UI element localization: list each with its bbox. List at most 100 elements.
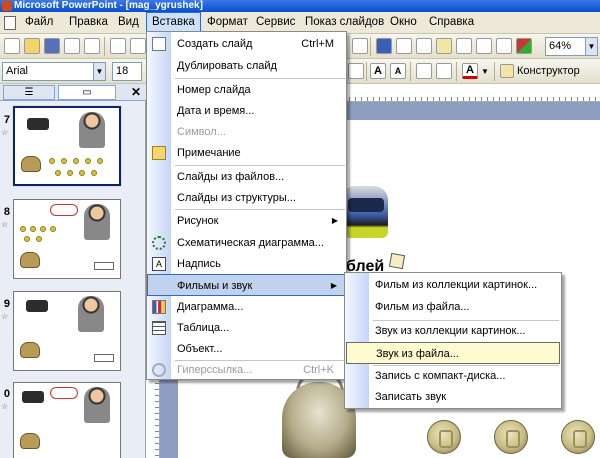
chevron-down-icon[interactable]: ▼ [93,63,105,80]
slide-thumbnail-7[interactable] [12,105,122,187]
menu-item-object[interactable]: Объект... [147,338,346,360]
person-image [78,296,104,332]
toolbar-separator [456,62,457,81]
chevron-down-icon[interactable]: ▼ [481,67,489,76]
chart-icon [152,300,166,314]
expand-all-icon[interactable] [456,38,472,54]
slide-thumbnail-9[interactable] [13,291,121,371]
menu-item-new-slide[interactable]: Создать слайд Ctrl+M [147,33,346,55]
menu-item-duplicate-slide[interactable]: Дублировать слайд [147,55,346,77]
insert-menu: Создать слайд Ctrl+M Дублировать слайд Н… [146,31,347,380]
toolbar-separator [370,37,371,56]
hyperlink-icon [152,363,166,377]
print-icon[interactable] [110,38,126,54]
show-formatting-icon[interactable] [476,38,492,54]
bag-image [21,156,41,172]
coin-image[interactable] [494,420,528,454]
menu-item-hyperlink[interactable]: Гиперссылка... Ctrl+K [147,359,346,381]
font-size-value: 18 [116,65,129,77]
menu-item-slides-from-files[interactable]: Слайды из файлов... [147,166,346,188]
decrease-font-size-icon[interactable]: A [390,63,406,79]
window-title: Microsoft PowerPoint - [mag_ygrushek] [14,0,203,11]
font-name-combo[interactable]: Arial ▼ [2,62,106,81]
menu-item-picture[interactable]: Рисунок ▶ [147,210,346,232]
menu-edit[interactable]: Правка [64,12,113,34]
bag-image [20,433,40,449]
coin-image[interactable] [561,420,595,454]
decrease-indent-icon[interactable] [416,63,432,79]
car-windshield [348,198,384,212]
star-icon: ☆ [1,402,9,411]
logo-icon [22,391,44,403]
permission-icon[interactable] [64,38,80,54]
menu-item-text-box[interactable]: A Надпись [147,253,346,275]
save-icon[interactable] [44,38,60,54]
design-button[interactable]: Конструктор [517,65,580,77]
tables-borders-icon[interactable] [416,38,432,54]
menu-item-movies-sound[interactable]: Фильмы и звук ▶ [147,274,346,296]
menu-file[interactable]: Файл [20,12,58,34]
open-icon[interactable] [24,38,40,54]
design-icon [500,64,514,78]
font-size-combo[interactable]: 18 [112,62,142,81]
close-icon[interactable]: ✕ [131,84,141,100]
menu-item-slides-from-outline[interactable]: Слайды из структуры... [147,187,346,209]
table-icon [152,321,166,335]
color-grayscale-icon[interactable] [516,38,532,54]
answer-box [94,262,114,270]
answer-box [94,354,114,362]
speech-bubble-image [50,387,78,399]
slide-thumbnail-8[interactable] [13,199,121,279]
menu-help[interactable]: Справка [424,12,479,34]
menu-item-play-cd-audio[interactable]: Запись с компакт-диска... [345,365,561,387]
insert-diagram-icon[interactable] [436,38,452,54]
slide-number: 8 [3,206,10,218]
menu-item-movie-from-clip-organizer[interactable]: Фильм из коллекции картинок... [345,274,561,296]
rally-car-image[interactable] [344,186,388,238]
menu-item-sound-from-file[interactable]: Звук из файла... [346,342,560,364]
coin-image [79,170,85,176]
email-icon[interactable] [84,38,100,54]
coin-image [36,236,42,242]
chevron-down-icon[interactable]: ▼ [585,38,597,55]
document-icon[interactable] [4,16,16,30]
coin-image [24,236,30,242]
coin-image [20,226,26,232]
menu-item-table[interactable]: Таблица... [147,317,346,339]
align-right-icon[interactable] [348,63,364,79]
menu-item-slide-number[interactable]: Номер слайда [147,79,346,101]
new-icon[interactable] [4,38,20,54]
menu-item-symbol[interactable]: Символ... [147,121,346,143]
print-preview-icon[interactable] [130,38,146,54]
menu-item-sound-from-clip-organizer[interactable]: Звук из коллекции картинок... [345,320,561,342]
slide-thumbnail-10[interactable] [13,382,121,458]
cut-icon[interactable] [352,38,368,54]
tab-slides[interactable]: ▭ [58,85,116,100]
submenu-arrow-icon: ▶ [330,281,337,290]
star-icon: ☆ [1,128,9,137]
menu-view[interactable]: Вид [113,12,144,34]
callout-tail [388,252,406,270]
menu-item-movie-from-file[interactable]: Фильм из файла... [345,296,561,318]
diagram-icon [152,236,166,250]
insert-chart-icon[interactable] [376,38,392,54]
slide-number: 9 [3,298,10,310]
tab-outline[interactable]: ☰ [3,85,55,100]
toolbar-separator [104,37,105,56]
menu-item-chart[interactable]: Диаграмма... [147,296,346,318]
menu-item-comment[interactable]: Примечание [147,142,346,164]
person-image [84,204,110,240]
coin-image [91,170,97,176]
show-grid-icon[interactable] [496,38,512,54]
font-color-icon[interactable]: A [462,63,478,79]
zoom-combo[interactable]: 64% ▼ [545,37,598,56]
powerpoint-app-icon [2,1,12,11]
menu-window[interactable]: Окно [385,12,422,34]
menu-item-diagram-schematic[interactable]: Схематическая диаграмма... [147,232,346,254]
increase-indent-icon[interactable] [436,63,452,79]
increase-font-size-icon[interactable]: A [370,63,386,79]
menu-item-date-time[interactable]: Дата и время... [147,100,346,122]
menu-item-record-sound[interactable]: Записать звук [345,386,561,408]
coin-image[interactable] [427,420,461,454]
insert-table-icon[interactable] [396,38,412,54]
